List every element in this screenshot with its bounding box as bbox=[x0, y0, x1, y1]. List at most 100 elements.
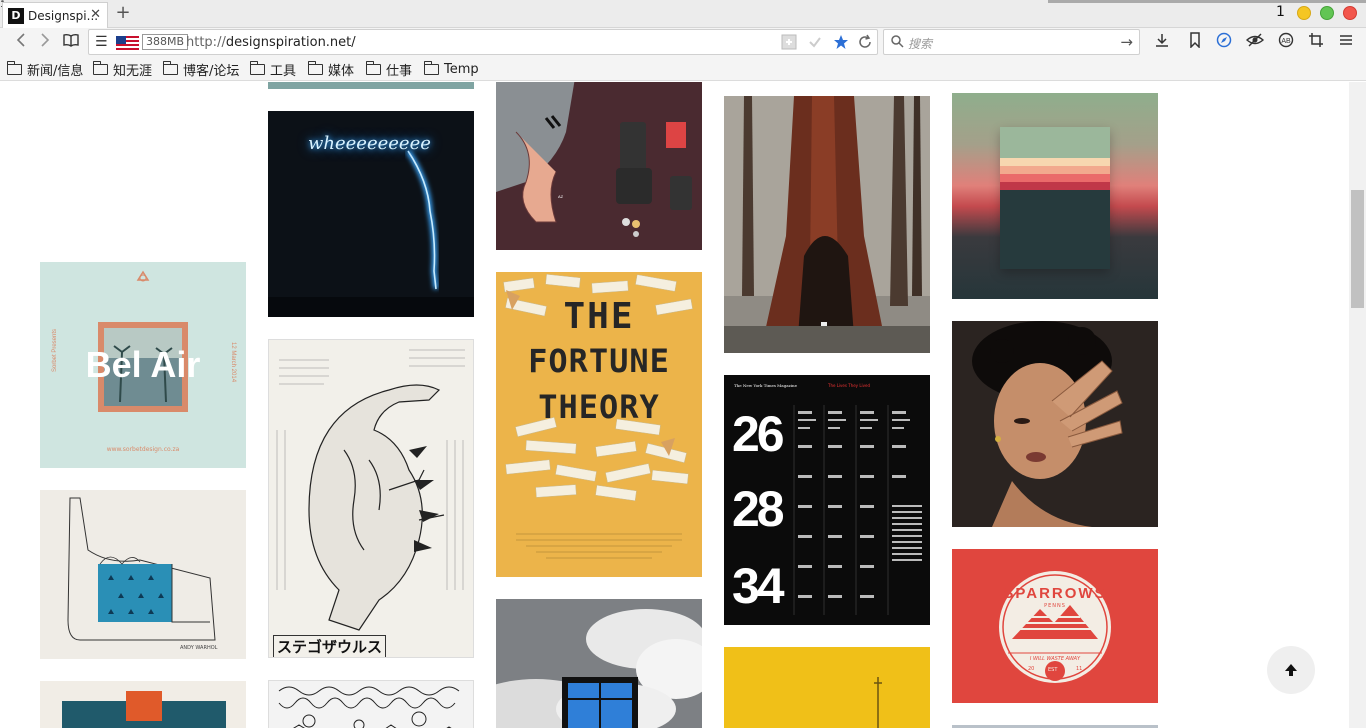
close-window-button[interactable] bbox=[1343, 6, 1357, 20]
download-icon[interactable] bbox=[1152, 32, 1172, 52]
folder-icon bbox=[162, 60, 178, 75]
pin-color-palette[interactable] bbox=[952, 93, 1158, 299]
color-block-orange bbox=[126, 691, 162, 721]
bel-air-url: www.sorbetdesign.co.za bbox=[106, 446, 180, 453]
sparrows-badge-text: EST bbox=[1048, 667, 1058, 673]
bookmark-folder-temp[interactable]: Temp bbox=[423, 60, 479, 78]
bookmark-folder-blogs[interactable]: 博客/论坛 bbox=[162, 60, 239, 79]
maximize-button[interactable] bbox=[1320, 6, 1334, 20]
crop-icon[interactable] bbox=[1306, 32, 1326, 52]
privacy-eye-icon[interactable] bbox=[1244, 32, 1266, 52]
folder-icon bbox=[249, 60, 265, 75]
sparrows-year-left: 20 bbox=[1028, 666, 1035, 672]
folder-icon bbox=[6, 60, 22, 75]
portrait-photo bbox=[952, 321, 1158, 527]
us-flag-icon bbox=[116, 36, 139, 50]
pin-portrait[interactable] bbox=[952, 321, 1158, 527]
back-icon[interactable] bbox=[12, 32, 30, 52]
sparrows-badge bbox=[999, 571, 1111, 683]
bookmark-label: 工具 bbox=[270, 63, 297, 79]
reading-list-icon[interactable] bbox=[60, 32, 82, 52]
pin-redwood-tree[interactable] bbox=[724, 96, 930, 353]
magazine-index-columns bbox=[793, 405, 922, 615]
fortune-line-2: FORTUNE bbox=[528, 342, 670, 380]
url-scheme: http:// bbox=[186, 35, 226, 50]
bookmark-label: 仕事 bbox=[386, 63, 413, 79]
close-tab-icon[interactable]: ✕ bbox=[90, 7, 101, 22]
godzilla-caption: ステゴザウルス bbox=[273, 635, 387, 657]
bookmark-folder-knowledge[interactable]: 知无涯 bbox=[92, 60, 152, 79]
tab-designspiration[interactable]: D Designspi... ✕ bbox=[2, 2, 108, 28]
wallet-artwork: AZ bbox=[496, 82, 692, 237]
folder-icon bbox=[423, 60, 439, 75]
bookmark-folder-tools[interactable]: 工具 bbox=[249, 60, 297, 79]
memory-badge: 388MB bbox=[142, 34, 189, 50]
doodle-pattern bbox=[278, 686, 460, 728]
godzilla-illustration bbox=[276, 349, 465, 631]
tab-title: Designspi... bbox=[28, 8, 99, 23]
bookmark-folder-media[interactable]: 媒体 bbox=[307, 60, 355, 79]
page-content: Sorbet Presents 12 March 2014 Bel Air ww… bbox=[0, 82, 1366, 728]
sparrows-title: SPARROWS bbox=[1003, 585, 1107, 602]
palette-card bbox=[1000, 127, 1110, 269]
sparrows-year-right: 11 bbox=[1076, 666, 1083, 672]
window-title-strip bbox=[1048, 0, 1366, 3]
warhol-signature: ANDY WARHOL bbox=[180, 645, 218, 651]
pin-doodle[interactable] bbox=[268, 680, 474, 728]
bookmarks-icon[interactable] bbox=[1185, 32, 1205, 52]
menu-icon[interactable] bbox=[1336, 32, 1356, 52]
reload-icon[interactable] bbox=[857, 34, 873, 54]
clouds-photo bbox=[496, 599, 702, 728]
scrollbar-thumb[interactable] bbox=[1351, 190, 1364, 308]
new-tab-button[interactable]: + bbox=[112, 3, 134, 25]
search-icon bbox=[890, 34, 904, 52]
url-text[interactable]: http://designspiration.net/ bbox=[186, 35, 356, 50]
bookmark-folder-news[interactable]: 新闻/信息 bbox=[6, 60, 84, 79]
page-scrollbar[interactable] bbox=[1349, 82, 1366, 728]
pin-partial-top[interactable] bbox=[268, 82, 474, 89]
pin-bel-air[interactable]: Sorbet Presents 12 March 2014 Bel Air ww… bbox=[40, 262, 246, 468]
pin-wallet-illustration[interactable]: AZ bbox=[496, 82, 702, 250]
pin-color-blocks[interactable] bbox=[40, 681, 246, 728]
neon-text: wheeeeeeeee bbox=[308, 133, 431, 154]
warhol-shoe-illustration bbox=[67, 497, 216, 641]
search-box[interactable]: 搜索 → bbox=[883, 29, 1140, 55]
compass-icon[interactable] bbox=[1214, 32, 1234, 52]
scroll-to-top-button[interactable] bbox=[1267, 646, 1315, 694]
arrow-up-icon bbox=[1285, 664, 1297, 676]
svg-text:AZ: AZ bbox=[558, 194, 564, 199]
pin-sparrows-logo[interactable]: SPARROWS PENNS I WILL WASTE AWAY 20 11 E… bbox=[952, 549, 1158, 703]
search-placeholder: 搜索 bbox=[908, 37, 933, 51]
bookmark-label: 新闻/信息 bbox=[27, 63, 84, 79]
pin-fortune-theory[interactable]: THE FORTUNE THEORY bbox=[496, 272, 702, 577]
extension-icon[interactable] bbox=[781, 34, 797, 54]
adblock-icon[interactable]: AB bbox=[1276, 32, 1296, 52]
pin-godzilla-anatomy[interactable]: ステゴザウルス bbox=[268, 339, 474, 658]
tab-bar: 1 D Designspi... ✕ + 1 bbox=[0, 0, 1366, 28]
bookmark-label: 媒体 bbox=[328, 63, 355, 79]
folder-icon bbox=[307, 60, 323, 75]
url-host: designspiration.net/ bbox=[225, 35, 356, 50]
svg-text:AB: AB bbox=[1281, 38, 1291, 45]
favicon-icon: D bbox=[8, 7, 24, 24]
bookmarks-bar: 新闻/信息 知无涯 博客/论坛 工具 媒体 仕事 Temp bbox=[0, 57, 1366, 81]
sparrows-sub: PENNS bbox=[1044, 603, 1066, 609]
forward-icon[interactable] bbox=[36, 32, 54, 52]
bookmark-folder-work[interactable]: 仕事 bbox=[365, 60, 413, 79]
search-go-icon[interactable]: → bbox=[1120, 33, 1133, 51]
reader-mode-icon[interactable]: ☰ bbox=[95, 34, 108, 50]
pin-neon-sign[interactable]: wheeeeeeeee bbox=[268, 111, 474, 317]
address-bar[interactable]: ☰ 388MB http://designspiration.net/ bbox=[88, 29, 878, 55]
folder-icon bbox=[92, 60, 108, 75]
checkmark-icon[interactable] bbox=[807, 34, 823, 54]
pin-clouds-window[interactable] bbox=[496, 599, 702, 728]
minimize-button[interactable] bbox=[1297, 6, 1311, 20]
navigation-toolbar: ☰ 388MB http://designspiration.net/ 搜索 → bbox=[0, 28, 1366, 57]
star-bookmark-icon[interactable] bbox=[833, 34, 849, 54]
redwood-photo bbox=[724, 96, 930, 353]
yellow-wall-photo bbox=[724, 647, 930, 728]
pin-magazine-lives[interactable]: The New York Times Magazine The Lives Th… bbox=[724, 375, 930, 625]
pin-yellow-wall[interactable] bbox=[724, 647, 930, 728]
pin-warhol-shoe[interactable]: ANDY WARHOL bbox=[40, 490, 246, 659]
bel-air-title: Bel Air bbox=[85, 344, 201, 385]
